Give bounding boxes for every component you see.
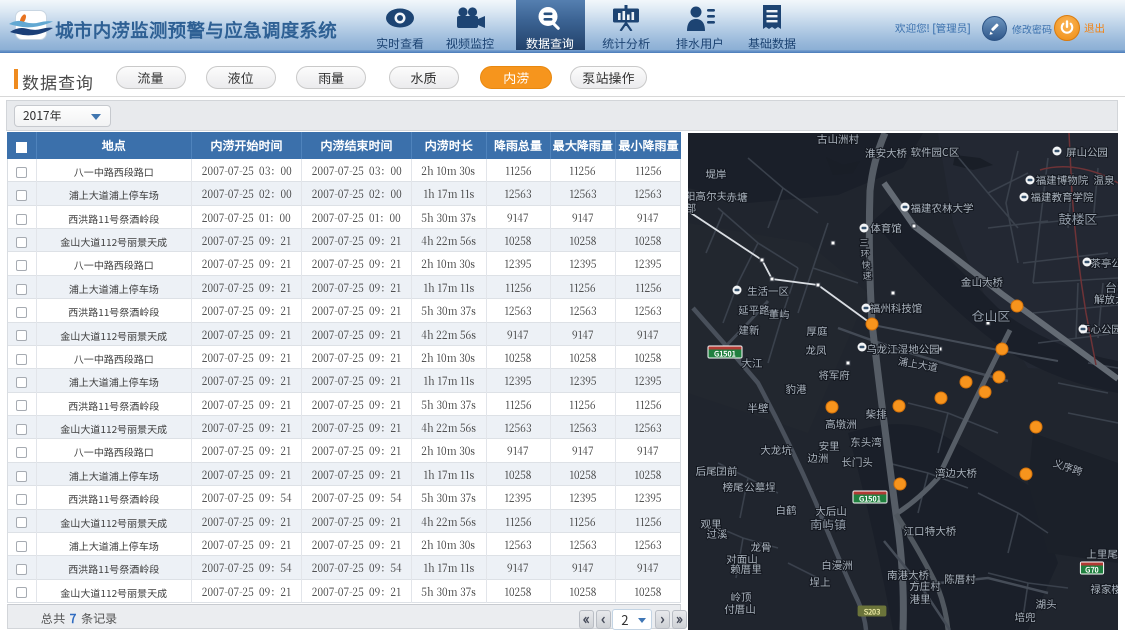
svg-text:建新: 建新 xyxy=(739,323,760,338)
svg-text:福建博物院: 福建博物院 xyxy=(1036,173,1089,188)
svg-text:茶亭公: 茶亭公 xyxy=(1090,256,1118,271)
svg-text:白鹤: 白鹤 xyxy=(776,503,797,518)
svg-text:福州科技馆: 福州科技馆 xyxy=(870,301,923,316)
svg-text:埕上: 埕上 xyxy=(810,575,831,590)
svg-text:培兜: 培兜 xyxy=(1015,610,1037,625)
svg-text:将军府: 将军府 xyxy=(818,368,850,383)
svg-text:董屿: 董屿 xyxy=(769,307,790,322)
svg-text:厚庭: 厚庭 xyxy=(806,324,828,339)
svg-text:湖头: 湖头 xyxy=(1036,597,1057,612)
svg-text:生活一区: 生活一区 xyxy=(747,284,789,299)
svg-text:温泉: 温泉 xyxy=(1094,173,1116,188)
svg-text:白漫洲: 白漫洲 xyxy=(821,558,853,573)
svg-text:后尾: 后尾 xyxy=(696,464,717,479)
svg-text:G70: G70 xyxy=(1084,565,1099,576)
svg-text:大江: 大江 xyxy=(742,356,763,371)
svg-text:福建农林大学: 福建农林大学 xyxy=(911,201,974,216)
svg-text:仓山区: 仓山区 xyxy=(971,306,1010,325)
svg-text:江口特大桥: 江口特大桥 xyxy=(904,524,957,539)
svg-text:古山洲村: 古山洲村 xyxy=(817,133,859,147)
svg-text:大龙坑: 大龙坑 xyxy=(760,443,792,458)
svg-text:南屿镇: 南屿镇 xyxy=(810,516,846,533)
svg-text:部: 部 xyxy=(688,201,696,216)
svg-text:G1501: G1501 xyxy=(858,494,882,505)
svg-text:长门头: 长门头 xyxy=(841,455,873,470)
svg-text:港里: 港里 xyxy=(910,592,931,607)
svg-text:软件园C区: 软件园C区 xyxy=(911,145,960,160)
svg-text:屏山公园: 屏山公园 xyxy=(1066,145,1108,160)
svg-text:延平路: 延平路 xyxy=(738,303,770,318)
svg-text:淮安大桥: 淮安大桥 xyxy=(865,146,907,161)
svg-text:解放大桥: 解放大桥 xyxy=(1094,292,1118,307)
svg-text:过溪: 过溪 xyxy=(707,527,728,542)
svg-text:湾边大桥: 湾边大桥 xyxy=(935,466,977,481)
svg-text:柴排: 柴排 xyxy=(866,407,887,422)
svg-text:半壁: 半壁 xyxy=(748,401,769,416)
svg-text:榜尾: 榜尾 xyxy=(723,480,744,495)
svg-text:东头湾: 东头湾 xyxy=(850,435,882,450)
svg-text:禄家楼: 禄家楼 xyxy=(1090,582,1118,597)
svg-text:堤岸: 堤岸 xyxy=(706,167,727,182)
svg-text:G1501: G1501 xyxy=(713,349,737,360)
svg-text:囝前: 囝前 xyxy=(717,464,738,479)
svg-text:公墓埕: 公墓埕 xyxy=(744,480,776,495)
svg-text:上里尾: 上里尾 xyxy=(1086,547,1118,562)
svg-text:高墩洲: 高墩洲 xyxy=(825,417,857,432)
svg-text:S203: S203 xyxy=(863,607,882,618)
svg-text:赤塘: 赤塘 xyxy=(727,190,748,205)
svg-text:龙凤: 龙凤 xyxy=(806,343,827,358)
svg-text:金山大桥: 金山大桥 xyxy=(961,275,1003,290)
svg-text:福建教育学院: 福建教育学院 xyxy=(1031,190,1094,205)
svg-text:陈厝村: 陈厝村 xyxy=(944,572,976,587)
svg-text:边洲: 边洲 xyxy=(808,451,829,466)
svg-text:付厝山: 付厝山 xyxy=(724,602,756,617)
svg-text:赖厝里: 赖厝里 xyxy=(730,562,762,577)
svg-text:体育馆: 体育馆 xyxy=(870,221,902,236)
svg-text:速: 速 xyxy=(862,269,871,282)
svg-text:鼓楼区: 鼓楼区 xyxy=(1058,209,1097,228)
svg-text:豹港: 豹港 xyxy=(786,382,807,397)
